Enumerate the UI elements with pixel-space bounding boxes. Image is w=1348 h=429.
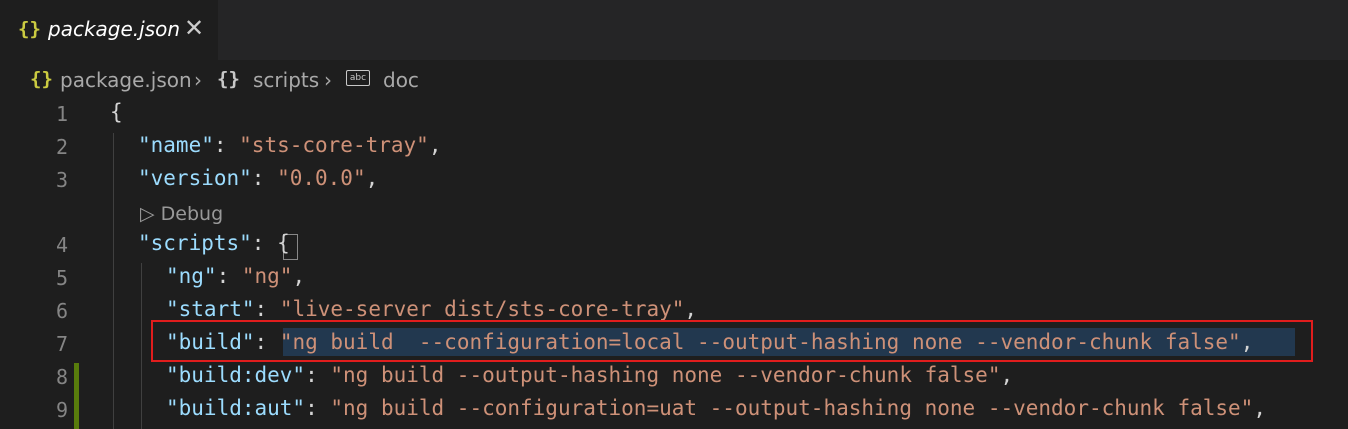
close-icon[interactable]: ✕: [184, 14, 204, 42]
breadcrumb: {} package.json › {} scripts › doc: [0, 60, 1348, 98]
line-number: 6: [55, 299, 68, 323]
highlight-annotation-box: [151, 320, 1313, 362]
code-line: "build:aut": "ng build --configuration=u…: [166, 396, 1266, 420]
tab-package-json[interactable]: {} package.json ✕: [0, 0, 218, 60]
line-number: 8: [55, 365, 68, 389]
string-icon: abc: [346, 70, 370, 86]
json-file-icon: {}: [18, 18, 41, 40]
line-number: 1: [55, 102, 68, 126]
line-number: 7: [55, 332, 68, 356]
breadcrumb-section[interactable]: scripts: [253, 68, 319, 92]
code-line: "start": "live-server dist/sts-core-tray…: [166, 297, 698, 321]
line-number: 9: [55, 398, 68, 422]
indent-guide: [113, 133, 114, 429]
chevron-right-icon: ›: [194, 68, 202, 92]
line-number: 4: [55, 233, 68, 257]
object-icon: {}: [217, 68, 240, 90]
tab-title: package.json: [48, 17, 181, 41]
line-number: 3: [55, 168, 68, 192]
code-line: "scripts": {: [138, 231, 290, 255]
code-line: "version": "0.0.0",: [138, 166, 379, 190]
line-number: 2: [55, 135, 68, 159]
tab-bar: {} package.json ✕: [0, 0, 1348, 60]
debug-codelens[interactable]: ▷ Debug: [140, 203, 223, 225]
modified-line-marker: [74, 363, 79, 429]
breadcrumb-item[interactable]: doc: [383, 68, 419, 92]
chevron-right-icon: ›: [324, 68, 332, 92]
indent-guide: [141, 263, 142, 429]
code-line: "ng": "ng",: [166, 264, 306, 288]
code-line: {: [110, 100, 123, 124]
json-file-icon: {}: [30, 68, 53, 90]
line-number: 5: [55, 266, 68, 290]
code-line: "name": "sts-core-tray",: [138, 133, 442, 157]
breadcrumb-file[interactable]: package.json: [60, 68, 192, 92]
code-line: "build:dev": "ng build --output-hashing …: [166, 363, 1014, 387]
